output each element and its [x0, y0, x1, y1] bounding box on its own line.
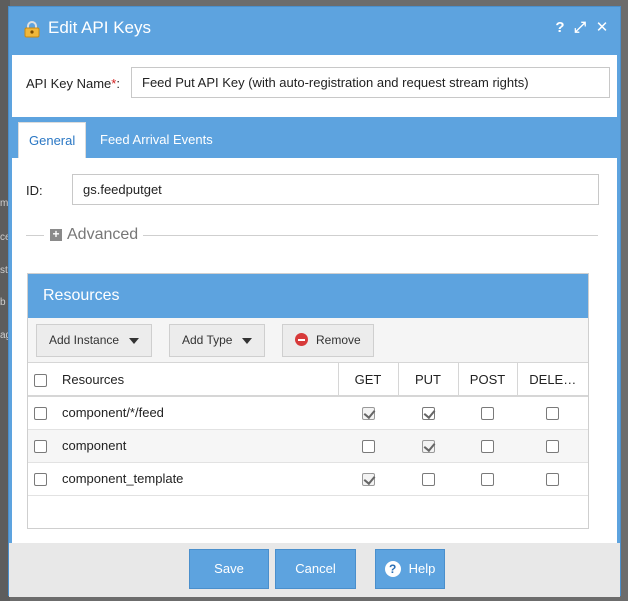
- get-cell: [338, 462, 398, 495]
- post-cell: [458, 429, 517, 462]
- column-header-post[interactable]: POST: [457, 363, 517, 397]
- cancel-button[interactable]: Cancel: [275, 549, 356, 589]
- id-input[interactable]: gs.feedputget: [72, 174, 599, 205]
- advanced-section-toggle[interactable]: Advanced: [67, 226, 138, 244]
- delete-cell: [517, 429, 588, 462]
- delete-cell: [517, 462, 588, 495]
- maximize-icon[interactable]: ⤢: [572, 20, 588, 36]
- chevron-down-icon: [242, 337, 253, 344]
- dialog-titlebar[interactable]: Edit API Keys ? ⤢ ✕: [9, 7, 620, 51]
- delete-cell: [517, 396, 588, 429]
- get-cell: [338, 396, 398, 429]
- save-button[interactable]: Save: [189, 549, 269, 589]
- table-row[interactable]: component: [28, 429, 588, 462]
- column-header-delete[interactable]: DELE…: [516, 363, 588, 397]
- remove-button[interactable]: Remove: [282, 324, 374, 357]
- api-key-name-label: API Key Name*:: [26, 76, 120, 91]
- close-icon[interactable]: ✕: [594, 20, 610, 36]
- lock-key-icon: [23, 20, 41, 38]
- get-permission-checkbox[interactable]: [361, 440, 375, 454]
- delete-permission-checkbox[interactable]: [546, 407, 559, 421]
- put-permission-checkbox[interactable]: [421, 440, 435, 454]
- row-select-checkbox[interactable]: [33, 440, 47, 454]
- help-icon: ?: [384, 560, 401, 577]
- resources-toolbar: Add Instance Add Type Remove: [28, 318, 588, 363]
- api-key-name-row: API Key Name*: Feed Put API Key (with au…: [12, 55, 617, 117]
- get-permission-checkbox[interactable]: [361, 407, 375, 421]
- add-type-button[interactable]: Add Type: [169, 324, 266, 357]
- tab-feed-arrival-events[interactable]: Feed Arrival Events: [90, 122, 223, 158]
- put-permission-checkbox[interactable]: [421, 407, 435, 421]
- put-cell: [398, 396, 458, 429]
- resource-name: component/*/feed: [62, 405, 164, 421]
- post-cell: [458, 462, 517, 495]
- column-header-put[interactable]: PUT: [397, 363, 458, 397]
- put-cell: [398, 429, 458, 462]
- help-icon[interactable]: ?: [552, 20, 568, 36]
- row-select-cell: [28, 462, 52, 495]
- dialog-footer: Save Cancel ? Help: [9, 543, 620, 597]
- divider: [26, 235, 44, 236]
- dialog-title: Edit API Keys: [48, 18, 151, 37]
- resources-panel-title: Resources: [28, 274, 588, 318]
- row-select-checkbox[interactable]: [33, 473, 47, 487]
- put-permission-checkbox[interactable]: [421, 473, 435, 487]
- help-button[interactable]: ? Help: [375, 549, 445, 589]
- resources-panel: Resources Add Instance Add Type Remove R…: [27, 273, 589, 529]
- resource-name: component: [62, 438, 127, 453]
- delete-permission-checkbox[interactable]: [546, 473, 559, 487]
- tab-bar: General Feed Arrival Events: [12, 119, 617, 158]
- general-tab-content: ID: gs.feedputget + Advanced Resources A…: [12, 158, 617, 543]
- edit-api-keys-dialog: Edit API Keys ? ⤢ ✕ API Key Name*: Feed …: [8, 6, 621, 597]
- post-permission-checkbox[interactable]: [481, 440, 494, 454]
- id-label: ID:: [26, 183, 43, 198]
- select-all-checkbox[interactable]: [33, 373, 47, 387]
- table-row[interactable]: component/*/feed: [28, 396, 588, 429]
- get-permission-checkbox[interactable]: [361, 473, 375, 487]
- column-header-resources[interactable]: Resources: [52, 363, 338, 397]
- post-permission-checkbox[interactable]: [481, 473, 494, 487]
- column-header-get[interactable]: GET: [337, 363, 398, 397]
- select-all-cell: [28, 363, 52, 397]
- put-cell: [398, 462, 458, 495]
- tab-general[interactable]: General: [18, 122, 87, 158]
- chevron-down-icon: [129, 337, 140, 344]
- row-select-cell: [28, 429, 52, 462]
- get-cell: [338, 429, 398, 462]
- resources-table: Resources GET PUT POST DELE… component/*…: [28, 363, 588, 496]
- divider: [143, 235, 598, 236]
- resource-name: component_template: [62, 471, 184, 486]
- post-cell: [458, 396, 517, 429]
- row-select-checkbox[interactable]: [33, 407, 47, 421]
- delete-permission-checkbox[interactable]: [546, 440, 559, 454]
- expand-plus-icon[interactable]: +: [50, 228, 62, 241]
- post-permission-checkbox[interactable]: [481, 407, 494, 421]
- add-instance-button[interactable]: Add Instance: [36, 324, 153, 357]
- row-select-cell: [28, 396, 52, 429]
- table-row[interactable]: component_template: [28, 462, 588, 495]
- api-key-name-input[interactable]: Feed Put API Key (with auto-registration…: [131, 67, 610, 98]
- remove-icon: [295, 333, 308, 347]
